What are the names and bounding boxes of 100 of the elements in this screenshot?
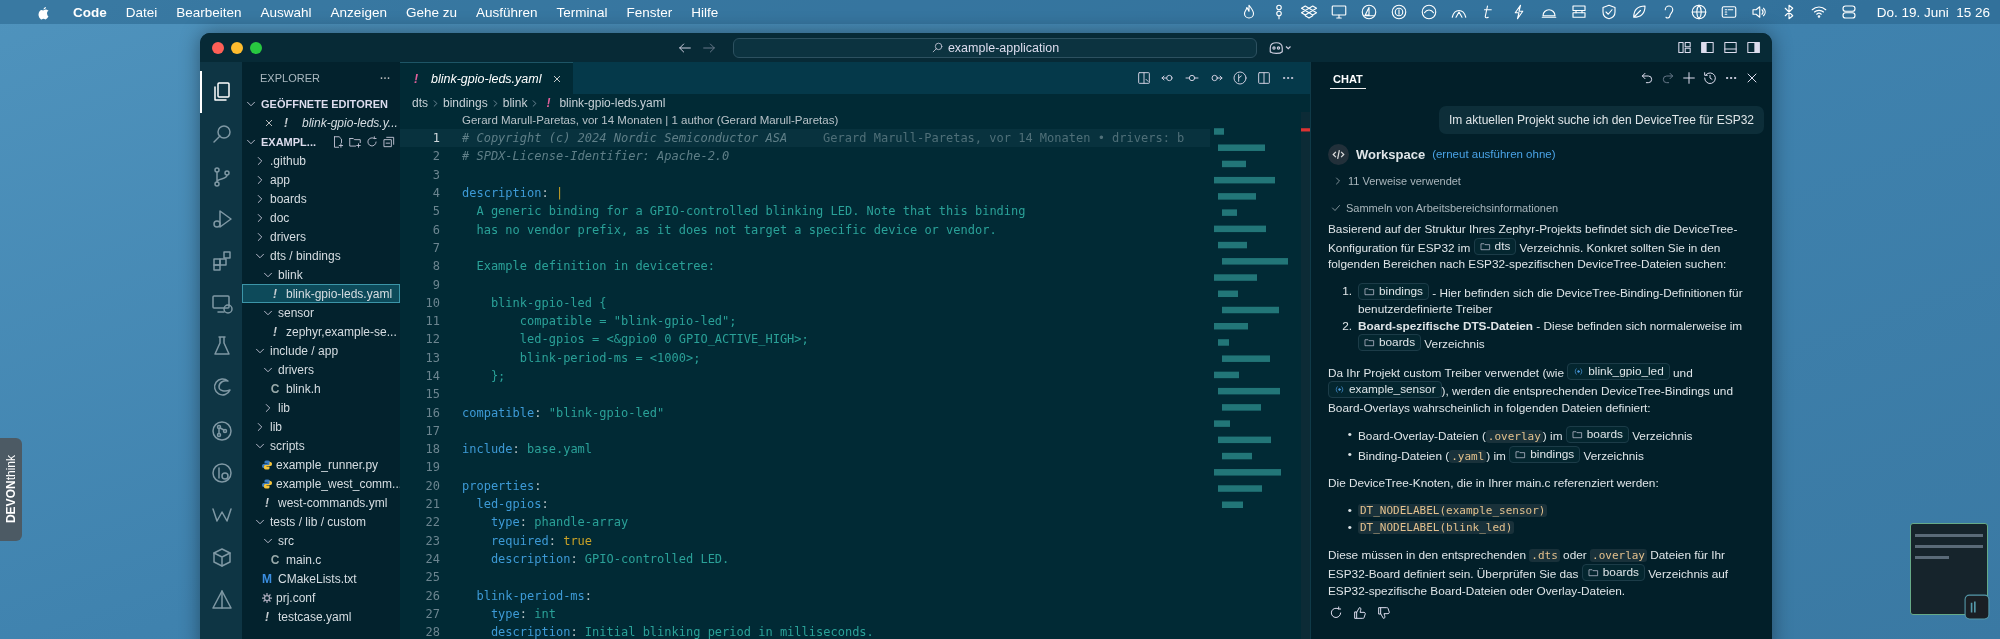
chat-paragraph: Da Ihr Projekt custom Treiber verwendet (wie blink_gpio_led und example_sensor ), werden die entsprechenden DeviceTree-Bindings und Board-Overlays wahrscheinlich in folgenden Dateien definiert:	[1328, 362, 1734, 416]
line-number: 2	[431, 149, 441, 164]
code-line: type: phandle-array	[489, 515, 629, 530]
blame-annotation[interactable]: Gerard Marull-Paretas, vor 14 Monaten | 1 author (Gerard Marull-Paretas)	[400, 112, 1210, 129]
tree-item[interactable]: src	[242, 531, 400, 550]
code-line: properties:	[462, 478, 542, 493]
tree-item[interactable]: .github	[242, 151, 400, 170]
code-line: description: Initial blinking period in milliseconds.	[489, 625, 874, 639]
editor-tab[interactable]: ! blink-gpio-leds.yaml	[400, 62, 574, 94]
symbol-reference[interactable]: example_sensor	[1328, 381, 1442, 398]
chat-tab[interactable]: CHAT	[1330, 67, 1366, 89]
menu-item[interactable]: Anzeigen	[330, 4, 387, 20]
section-header[interactable]: GEÖFFNETE EDITOREN	[242, 94, 400, 113]
breadcrumb[interactable]: blink-gpio-leds.yaml	[559, 96, 666, 110]
inline-code: .yaml	[1449, 449, 1487, 463]
tree-item[interactable]: ! west-commands.yml	[242, 493, 400, 512]
clock[interactable]: Do. 19. Juni 15 26	[1876, 4, 1990, 20]
chat-paragraph: Diese müssen in den entsprechenden .dts oder .overlay Dateien für Ihr ESP32-Board definiert sein. Überprüfen Sie das boards Verzeichnis auf ESP32-spezifische Board-Dateien oder Overlay-Dateien.	[1328, 546, 1730, 599]
line-number: 24	[424, 551, 441, 566]
progress-text: Sammeln von Arbeitsbereichsinformationen	[1346, 202, 1559, 214]
code-line: compatible = "blink-gpio-led";	[518, 314, 737, 329]
app-menu[interactable]: Code	[73, 4, 107, 20]
code-line: has no vendor prefix, as it does not target a specific device or vendor.	[475, 222, 997, 237]
folder-reference[interactable]: dts	[1473, 237, 1517, 255]
menu-item[interactable]: Fenster	[626, 4, 673, 20]
inline-blame: Gerard Marull-Paretas, vor 14 Monaten • drivers: b	[823, 131, 1185, 146]
folder-reference[interactable]: boards	[1565, 426, 1629, 443]
code-line: required: true	[489, 533, 593, 548]
list-item-text: Board-Overlay-Dateien ( .overlay ) im boards Verzeichnis	[1358, 426, 1693, 445]
tree-item[interactable]: ! zephyr,example-se...	[242, 322, 400, 341]
line-number: 4	[431, 186, 441, 201]
list-item-text: bindings - Hier befinden sich die DeviceTree-Binding-Definitionen für benutzerdefinierte Treiber	[1358, 282, 1744, 318]
line-number: 10	[424, 295, 441, 310]
folder-reference[interactable]: boards	[1358, 334, 1422, 351]
line-number: 27	[424, 606, 441, 621]
tree-item[interactable]: example_west_comm...	[242, 474, 400, 493]
tree-item[interactable]: prj.conf	[242, 588, 400, 607]
code-line: description: GPIO-controlled LED.	[489, 551, 730, 566]
workspace-header[interactable]: EXAMPL...	[244, 134, 316, 149]
letter-c-icon: C	[269, 552, 281, 567]
menu-item[interactable]: Auswahl	[260, 4, 312, 20]
code-line: include: base.yaml	[462, 442, 593, 457]
symbol-reference[interactable]: blink_gpio_led	[1567, 362, 1670, 380]
menu-item[interactable]: Datei	[125, 4, 158, 20]
chat-paragraph: Die DeviceTree-Knoten, die in Ihrer main.c referenziert werden:	[1328, 475, 1660, 492]
line-number: 16	[424, 405, 441, 420]
tree-item[interactable]: C main.c	[242, 550, 400, 569]
tree-item[interactable]: include / app	[242, 341, 400, 360]
tree-item[interactable]: example_runner.py	[242, 455, 400, 474]
user-message: Im aktuellen Projekt suche ich den DeviceTree für ESP32	[1438, 106, 1764, 134]
tree-item[interactable]: ! testcase.yaml	[242, 607, 400, 626]
open-editor-item[interactable]: ! blink-gpio-leds.y...	[242, 113, 400, 132]
breadcrumb[interactable]: dts	[412, 96, 428, 110]
exclamation-icon: !	[261, 609, 273, 624]
tree-item[interactable]: sensor	[242, 303, 400, 322]
tree-item[interactable]: blink	[242, 265, 400, 284]
tree-item[interactable]: lib	[242, 417, 400, 436]
breadcrumb[interactable]: bindings	[443, 96, 488, 110]
line-number: 20	[424, 478, 441, 493]
references-toggle[interactable]: 11 Verweise verwendet	[1328, 170, 1754, 192]
tree-item[interactable]: C blink.h	[242, 379, 400, 398]
tree-item[interactable]: app	[242, 170, 400, 189]
code-line: compatible: "blink-gpio-led"	[462, 405, 665, 420]
tree-item[interactable]: boards	[242, 189, 400, 208]
breadcrumb[interactable]: blink	[502, 96, 528, 110]
tree-item[interactable]: scripts	[242, 436, 400, 455]
line-number: 9	[431, 277, 441, 292]
inline-code: .overlay	[1485, 430, 1543, 443]
chat-paragraph: Basierend auf der Struktur Ihres Zephyr-Projekts befindet sich die DeviceTree-Konfiguration für ESP32 im dts Verzeichnis. Konkret sollten Sie in den folgenden Bereichen nach ESP32-spezifischen DeviceTree-Dateien suchen:	[1328, 221, 1739, 273]
code-line: };	[489, 369, 506, 383]
code-line: blink-period-ms:	[475, 588, 593, 603]
tree-item[interactable]: M CMakeLists.txt	[242, 569, 400, 588]
menu-item[interactable]: Ausführen	[475, 4, 538, 20]
rerun-link[interactable]: (erneut ausführen ohne)	[1432, 148, 1556, 160]
tree-item[interactable]: tests / lib / custom	[242, 512, 400, 531]
letter-c-icon: C	[269, 381, 281, 396]
tree-item[interactable]: lib	[242, 398, 400, 417]
menu-item[interactable]: Gehe zu	[405, 4, 457, 20]
tree-item[interactable]: drivers	[242, 360, 400, 379]
line-number: 5	[431, 204, 441, 219]
inline-code: DT_NODELABEL(example_sensor)	[1358, 503, 1548, 517]
line-number: 22	[424, 515, 441, 530]
side-dock-tab[interactable]: DEVONthink	[0, 438, 22, 541]
menu-item[interactable]: Hilfe	[691, 4, 719, 20]
folder-reference[interactable]: bindings	[1509, 445, 1581, 463]
line-number: 19	[424, 460, 441, 475]
tree-item[interactable]: drivers	[242, 227, 400, 246]
command-center-search[interactable]: example-application	[733, 37, 1257, 58]
menu-item[interactable]: Bearbeiten	[176, 4, 242, 20]
tree-item[interactable]: dts / bindings	[242, 246, 400, 265]
folder-reference[interactable]: bindings	[1358, 282, 1429, 300]
folder-reference[interactable]: boards	[1581, 564, 1645, 581]
code-line: Example definition in devicetree:	[475, 259, 715, 274]
menu-item[interactable]: Terminal	[556, 4, 608, 20]
tree-item[interactable]: doc	[242, 208, 400, 227]
tree-item[interactable]: ! blink-gpio-leds.yaml	[242, 284, 400, 303]
line-number: 25	[424, 570, 441, 585]
line-number: 18	[424, 442, 441, 457]
list-item-text: Binding-Dateien ( .yaml ) im bindings Verzeichnis	[1358, 445, 1644, 465]
list-item-text: Board-spezifische DTS-Dateien - Diese befinden sich normalerweise im boards Verzeichnis	[1358, 317, 1744, 353]
